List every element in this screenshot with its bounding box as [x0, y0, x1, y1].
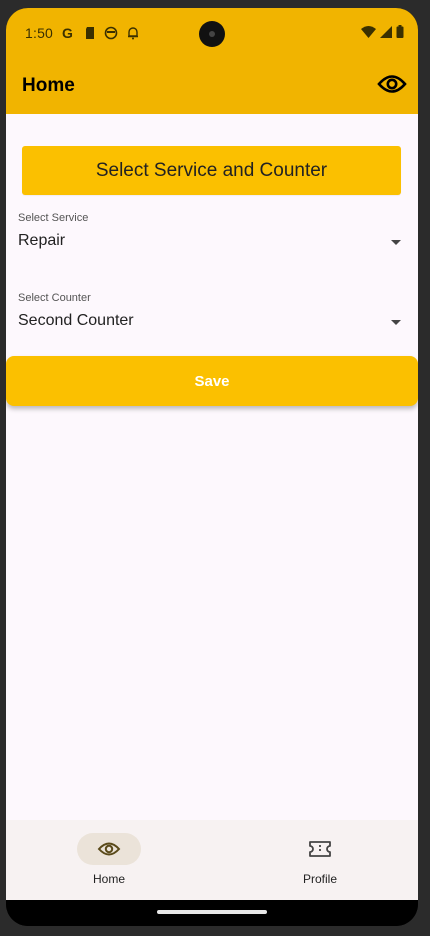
- nav-item-profile[interactable]: Profile: [212, 820, 418, 900]
- status-icons-right: [361, 25, 404, 43]
- dropdown-arrow-icon: [391, 320, 401, 325]
- counter-dropdown[interactable]: Select Counter Second Counter: [6, 290, 418, 350]
- counter-field-label: Select Counter: [18, 292, 91, 304]
- app-bar: Home: [6, 58, 418, 114]
- select-service-counter-button[interactable]: Select Service and Counter: [22, 146, 401, 195]
- service-dropdown[interactable]: Select Service Repair: [6, 210, 418, 270]
- status-time: 1:50: [25, 25, 54, 41]
- nav-item-home[interactable]: Home: [6, 820, 212, 900]
- page-title: Home: [22, 75, 75, 96]
- bottom-navigation: Home Profile: [6, 820, 418, 900]
- nav-label-profile: Profile: [302, 872, 337, 886]
- device-screen: 1:50 G Home Select Service and Counter S…: [6, 8, 418, 926]
- dropdown-arrow-icon: [391, 240, 401, 245]
- home-gesture-handle[interactable]: [157, 910, 267, 914]
- service-field-value: Repair: [18, 232, 66, 249]
- main-content: Select Service and Counter Select Servic…: [6, 114, 418, 820]
- ticket-icon: [308, 837, 332, 861]
- face-icon: [104, 26, 118, 40]
- status-bar: 1:50 G: [6, 8, 418, 58]
- status-icons-left: G: [62, 24, 140, 42]
- gesture-navigation-bar: [6, 900, 418, 926]
- counter-field-value: Second Counter: [18, 312, 134, 329]
- notification-bell-icon: [126, 26, 140, 40]
- signal-icon: [380, 25, 392, 43]
- google-icon: G: [62, 26, 76, 40]
- svg-text:G: G: [62, 26, 73, 40]
- eye-icon: [377, 73, 407, 100]
- save-button[interactable]: Save: [6, 356, 418, 406]
- visibility-toggle-button[interactable]: [374, 68, 410, 104]
- front-camera: [199, 21, 225, 47]
- service-field-label: Select Service: [18, 212, 89, 224]
- nav-label-home: Home: [92, 872, 125, 886]
- battery-icon: [396, 25, 404, 43]
- sim-card-icon: [84, 26, 96, 40]
- eye-icon: [97, 837, 121, 861]
- wifi-icon: [361, 25, 376, 43]
